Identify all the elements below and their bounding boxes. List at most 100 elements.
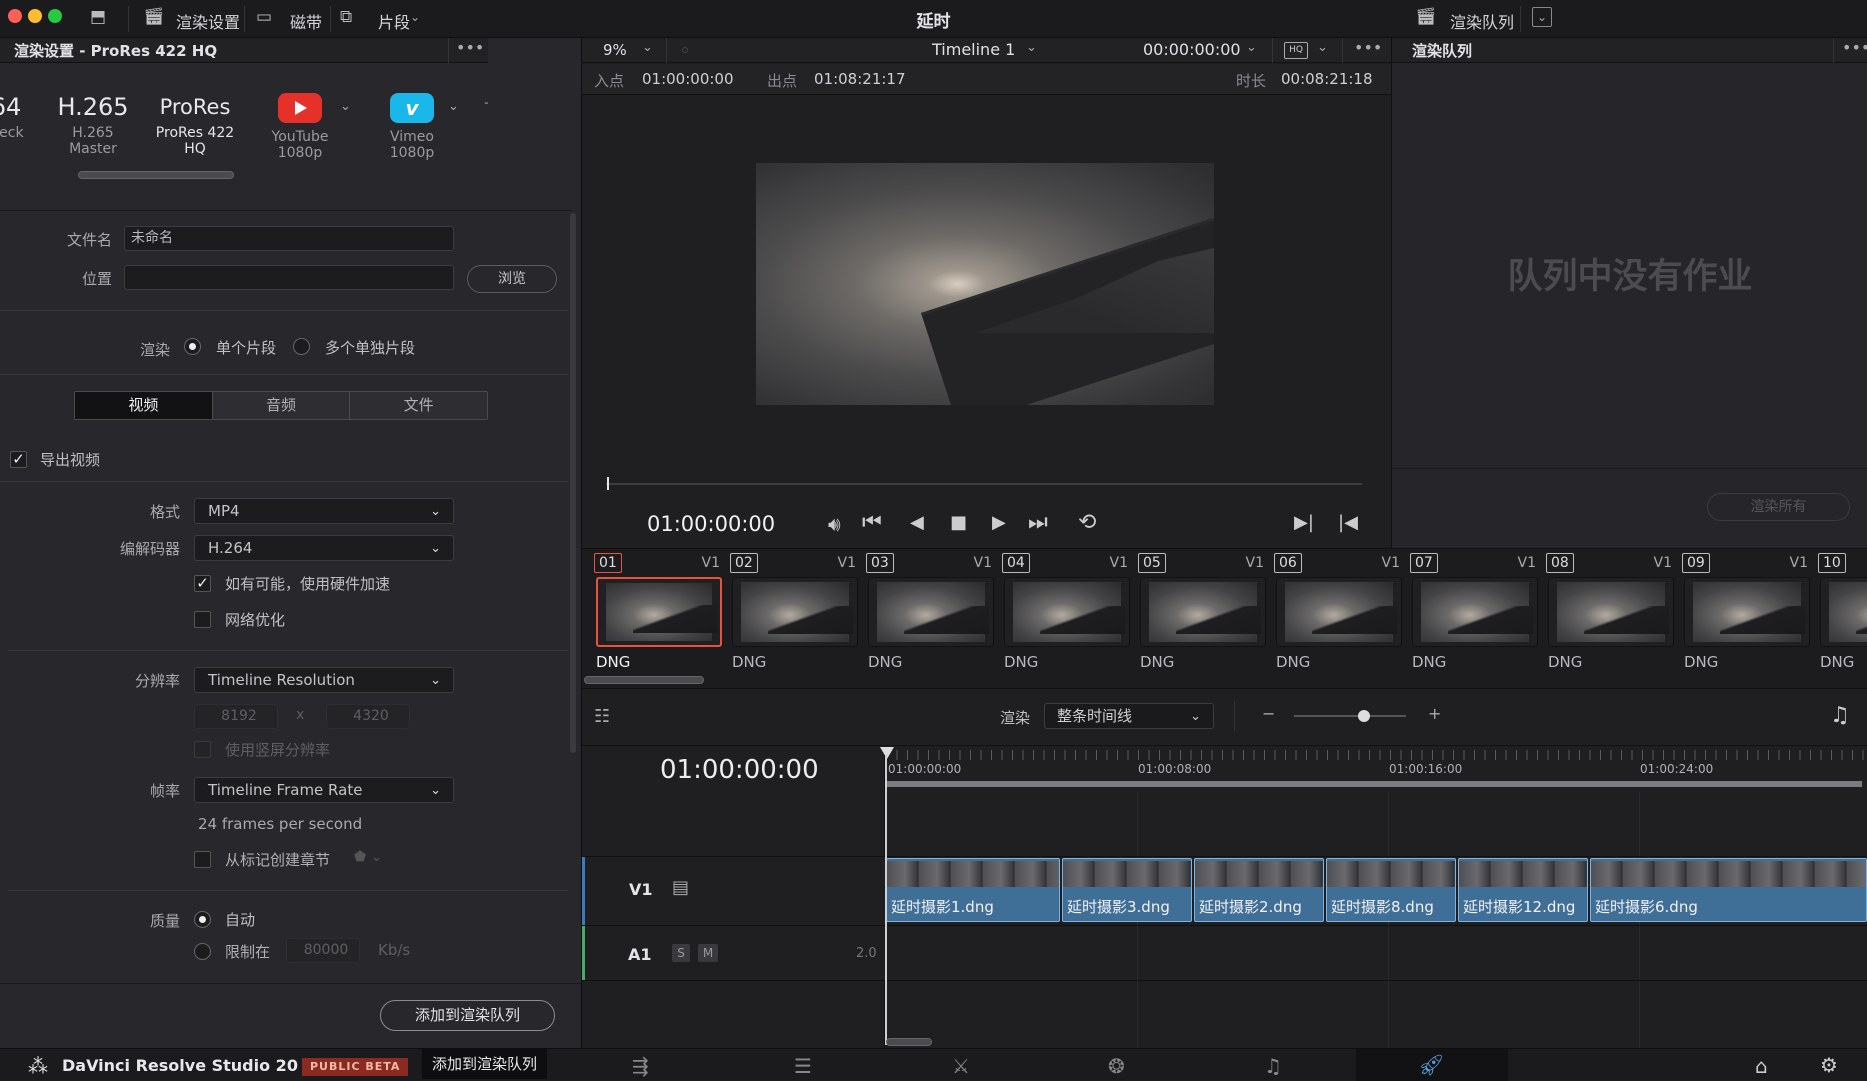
timeline-clip[interactable]: 延时摄影2.dng [1194,858,1324,922]
volume-icon[interactable]: 🔊︎ [828,512,841,536]
hq-icon[interactable]: HQ [1284,42,1308,59]
current-timecode[interactable]: 01:00:00:00 [647,512,775,536]
fairlight-page-icon[interactable]: ♫ [1264,1054,1282,1078]
next-edit-icon[interactable]: ▶| [1294,512,1314,533]
list-item[interactable]: 02 V1 DNG [726,549,862,689]
solo-button[interactable]: S [672,944,690,962]
browse-button[interactable]: 浏览 [467,265,557,293]
stop-icon[interactable]: ■ [950,512,967,533]
preset-partial[interactable]: T [474,93,488,117]
list-item[interactable]: 10 DNG [1814,549,1867,689]
chapters-checkbox[interactable] [194,851,211,868]
audio-meter-icon[interactable]: ♫ [1830,703,1850,728]
edit-page-icon[interactable]: ☰ [794,1054,812,1078]
gear-icon[interactable]: ⚙ [1820,1053,1838,1077]
zoom-out-icon[interactable]: − [1262,704,1275,723]
settings-scrollbar[interactable] [570,213,576,753]
filename-input[interactable]: 未命名 [124,226,454,251]
height-input[interactable]: 4320 [326,704,410,729]
timeline-playhead[interactable] [885,755,887,1045]
more-options-icon[interactable]: ••• [456,38,484,57]
timeline-clip[interactable]: 延时摄影12.dng [1458,858,1588,922]
timeline-options-icon[interactable]: ☷ [594,706,610,727]
width-input[interactable]: 8192 [194,704,278,729]
list-item[interactable]: 03 V1 DNG [862,549,998,689]
vertical-res-checkbox[interactable] [194,741,211,758]
chevron-down-icon[interactable]: ⌄ [448,99,459,114]
film-icon[interactable]: ▤ [672,877,689,898]
list-item[interactable]: 09 V1 DNG [1678,549,1814,689]
tab-file[interactable]: 文件 [350,392,488,419]
home-icon[interactable]: ⌂ [1755,1054,1768,1078]
single-clip-radio[interactable] [184,338,201,355]
zoom-in-icon[interactable]: + [1428,704,1441,723]
chevron-down-icon[interactable]: ⌄ [642,40,653,55]
out-point-value[interactable]: 01:08:21:17 [814,70,906,88]
bitrate-input[interactable]: 80000 [286,938,360,963]
zoom-slider-handle[interactable] [1358,710,1370,722]
list-item[interactable]: 05 V1 DNG [1134,549,1270,689]
network-opt-checkbox[interactable] [194,611,211,628]
timeline-timecode[interactable]: 01:00:00:00 [660,755,819,785]
timeline-clip[interactable]: 延时摄影8.dng [1326,858,1456,922]
list-item[interactable]: 06 V1 DNG [1270,549,1406,689]
resolution-dropdown[interactable]: Timeline Resolution ⌄ [194,667,454,693]
timeline-playhead-handle[interactable] [880,747,894,759]
loop-icon[interactable]: ⟲ [1078,510,1096,535]
marker-color-icon[interactable]: ⬟ ⌄ [354,849,382,865]
preset-scrollbar[interactable] [78,171,234,179]
go-to-start-icon[interactable]: ⏮︎ [862,510,882,535]
color-page-icon[interactable]: ❂ [1108,1054,1125,1078]
expand-icon[interactable]: ⌄ [1532,7,1552,27]
render-range-dropdown[interactable]: 整条时间线 ⌄ [1044,703,1214,729]
chevron-down-icon[interactable]: ⌄ [1317,40,1328,55]
scrub-bar[interactable] [606,483,1362,485]
codec-dropdown[interactable]: H.264 ⌄ [194,535,454,561]
render-queue-toggle[interactable]: 渲染队列 [1450,9,1514,33]
hw-accel-checkbox[interactable]: ✓ [194,575,211,592]
tab-video[interactable]: 视频 [75,392,213,419]
fusion-page-icon[interactable]: ⚔ [952,1054,970,1078]
play-reverse-icon[interactable]: ◀ [910,512,924,533]
timeline-scrollbar[interactable] [886,1038,932,1046]
list-item[interactable]: 08 V1 DNG [1542,549,1678,689]
export-video-checkbox[interactable]: ✓ [10,451,27,468]
playhead-marker[interactable] [607,477,609,490]
timeline-selector[interactable]: Timeline 1 [932,40,1015,59]
quality-auto-radio[interactable] [194,911,211,928]
preset-prores-422-hq[interactable]: ProRes ProRes 422 HQ [150,93,240,157]
more-options-icon[interactable]: ••• [1354,38,1382,57]
video-preview[interactable] [756,163,1214,405]
render-all-button[interactable]: 渲染所有 [1707,493,1850,521]
add-to-queue-button[interactable]: 添加到渲染队列 [380,1000,555,1031]
mute-button[interactable]: M [698,944,718,962]
cut-page-icon[interactable]: ⇶ [632,1054,649,1078]
zoom-level[interactable]: 9% [603,41,627,59]
quality-limit-radio[interactable] [194,943,211,960]
chevron-down-icon[interactable]: ⌄ [1246,40,1257,55]
tab-audio[interactable]: 音频 [212,392,351,419]
preset-youtube-1080p[interactable]: YouTube 1080p [252,93,348,161]
play-icon[interactable]: ▶ [992,512,1006,533]
more-options-icon[interactable]: ••• [1842,38,1867,57]
timeline-clip[interactable]: 延时摄影6.dng [1590,858,1867,922]
in-point-value[interactable]: 01:00:00:00 [642,70,734,88]
preset-h265-master[interactable]: H.265 H.265 Master [50,93,136,157]
timeline-clip[interactable]: 延时摄影1.dng [886,858,1060,922]
location-input[interactable] [124,265,454,290]
previous-edit-icon[interactable]: |◀ [1338,512,1358,533]
preset-hyperdeck[interactable]: 64 Deck [0,93,36,141]
format-dropdown[interactable]: MP4 ⌄ [194,498,454,524]
header-timecode[interactable]: 00:00:00:00 [1143,40,1241,59]
zoom-slider[interactable] [1294,715,1406,717]
multiple-clips-radio[interactable] [293,338,310,355]
list-item[interactable]: 07 V1 DNG [1406,549,1542,689]
v1-track-header[interactable] [582,857,885,925]
timeline-clip[interactable]: 延时摄影3.dng [1062,858,1192,922]
list-item[interactable]: 01 V1 DNG [590,549,726,689]
chevron-down-icon[interactable]: ⌄ [340,99,351,114]
clip-strip-scrollbar[interactable] [584,676,704,684]
preset-vimeo-1080p[interactable]: v Vimeo 1080p [366,93,458,161]
list-item[interactable]: 04 V1 DNG [998,549,1134,689]
render-queue-icon[interactable]: 🎬︎ [1415,7,1437,27]
